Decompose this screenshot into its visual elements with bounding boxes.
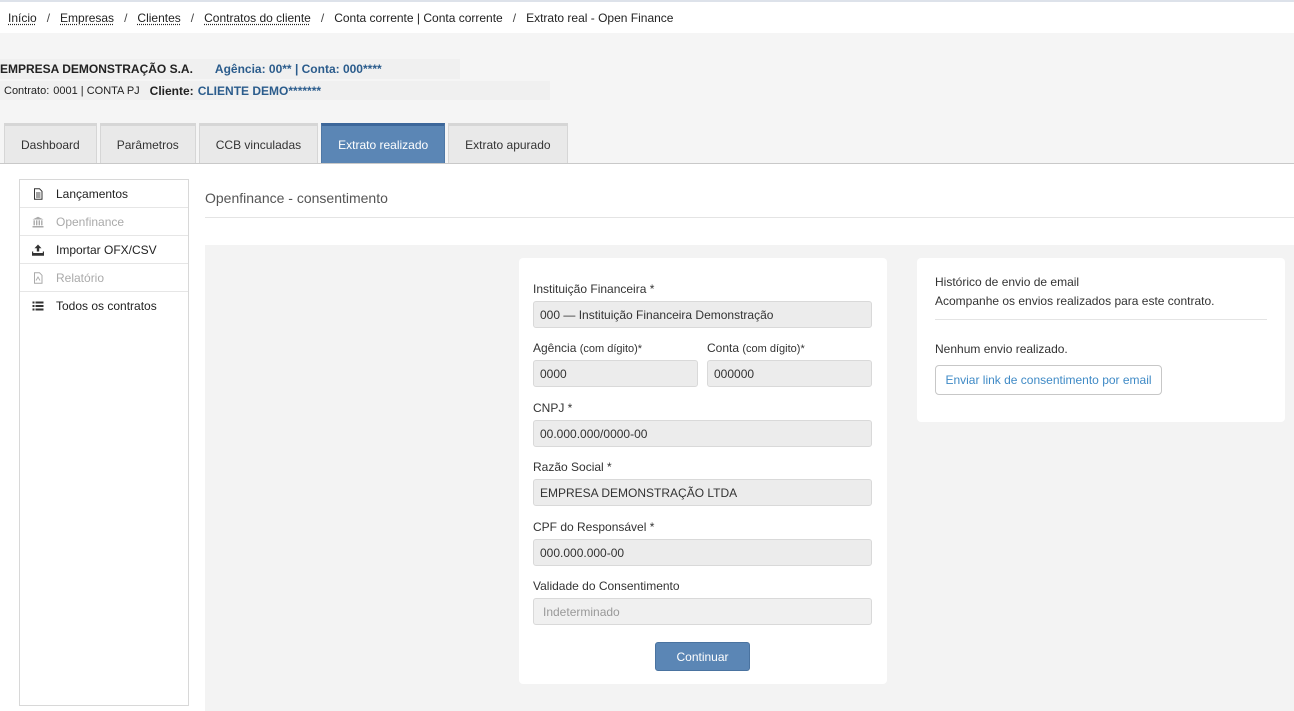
pdf-icon bbox=[32, 271, 44, 284]
razao-social-label: Razão Social * bbox=[533, 460, 612, 474]
history-empty-text: Nenhum envio realizado. bbox=[935, 342, 1068, 356]
sidebar-item-importar[interactable]: Importar OFX/CSV bbox=[20, 236, 188, 264]
history-subtitle: Acompanhe os envios realizados para este… bbox=[935, 294, 1215, 308]
validade-label: Validade do Consentimento bbox=[533, 579, 680, 593]
breadcrumb-separator: / bbox=[46, 10, 51, 25]
instituicao-label: Instituição Financeira * bbox=[533, 282, 655, 296]
agencia-field[interactable]: 0000 bbox=[533, 360, 698, 387]
document-icon bbox=[32, 187, 44, 200]
contract-value: 0001 | CONTA PJ bbox=[53, 84, 140, 97]
tab-extrato-apurado[interactable]: Extrato apurado bbox=[448, 123, 568, 163]
company-name: EMPRESA DEMONSTRAÇÃO S.A. bbox=[0, 62, 193, 76]
conta-field[interactable]: 000000 bbox=[707, 360, 872, 387]
client-value: CLIENTE DEMO******* bbox=[197, 83, 322, 98]
tab-ccb-vinculadas[interactable]: CCB vinculadas bbox=[198, 123, 319, 163]
breadcrumb-conta-corrente: Conta corrente | Conta corrente bbox=[334, 10, 503, 25]
instituicao-field[interactable]: 000 — Instituição Financeira Demonstraçã… bbox=[533, 301, 872, 328]
breadcrumb-current-page: Extrato real - Open Finance bbox=[526, 10, 674, 25]
breadcrumb-separator: / bbox=[512, 10, 517, 25]
breadcrumb: Início / Empresas / Clientes / Contratos… bbox=[0, 2, 1294, 33]
company-header: EMPRESA DEMONSTRAÇÃO S.A. Agência: 00** … bbox=[0, 59, 460, 79]
tab-bar: Dashboard Parâmetros CCB vinculadas Extr… bbox=[4, 123, 571, 163]
razao-social-field[interactable]: EMPRESA DEMONSTRAÇÃO LTDA bbox=[533, 479, 872, 506]
validade-field[interactable]: Indeterminado bbox=[533, 598, 872, 625]
send-consent-email-button[interactable]: Enviar link de consentimento por email bbox=[935, 365, 1162, 395]
sidebar-item-label: Relatório bbox=[56, 270, 105, 285]
main-content: Lançamentos Openfinance Importar OFX/CSV… bbox=[0, 164, 1294, 711]
sidebar-item-label: Todos os contratos bbox=[56, 299, 157, 313]
tab-extrato-realizado[interactable]: Extrato realizado bbox=[321, 123, 446, 163]
sidebar: Lançamentos Openfinance Importar OFX/CSV… bbox=[19, 179, 189, 706]
list-icon bbox=[32, 300, 44, 312]
agencia-label: Agência (com dígito)* bbox=[533, 341, 643, 355]
sidebar-item-label: Importar OFX/CSV bbox=[56, 242, 157, 257]
consent-area: Instituição Financeira * 000 — Instituiç… bbox=[205, 245, 1294, 711]
breadcrumb-contratos-cliente[interactable]: Contratos do cliente bbox=[204, 11, 311, 25]
conta-label: Conta (com dígito)* bbox=[707, 341, 805, 355]
tab-parametros[interactable]: Parâmetros bbox=[99, 123, 196, 163]
breadcrumb-separator: / bbox=[124, 10, 128, 25]
continue-button[interactable]: Continuar bbox=[655, 642, 750, 671]
cnpj-label: CNPJ * bbox=[533, 401, 573, 415]
contract-label: Contrato: bbox=[4, 84, 50, 97]
breadcrumb-inicio[interactable]: Início bbox=[8, 11, 37, 25]
upload-icon bbox=[31, 244, 45, 256]
sidebar-item-openfinance[interactable]: Openfinance bbox=[20, 208, 188, 236]
breadcrumb-separator: / bbox=[190, 10, 195, 25]
breadcrumb-clientes[interactable]: Clientes bbox=[137, 11, 180, 25]
history-title: Histórico de envio de email bbox=[935, 275, 1080, 289]
breadcrumb-separator: / bbox=[320, 10, 325, 25]
email-history-card: Histórico de envio de email Acompanhe os… bbox=[917, 258, 1285, 422]
sidebar-item-label: Openfinance bbox=[56, 214, 125, 229]
sidebar-item-lancamentos[interactable]: Lançamentos bbox=[20, 180, 188, 208]
cpf-label: CPF do Responsável * bbox=[533, 520, 655, 534]
tab-dashboard[interactable]: Dashboard bbox=[4, 123, 97, 163]
cpf-field[interactable]: 000.000.000-00 bbox=[533, 539, 872, 566]
section-divider bbox=[205, 217, 1294, 218]
sidebar-item-relatorio[interactable]: Relatório bbox=[20, 264, 188, 292]
section-title: Openfinance - consentimento bbox=[205, 190, 388, 206]
bank-icon bbox=[32, 216, 44, 228]
consent-form-card: Instituição Financeira * 000 — Instituiç… bbox=[519, 258, 887, 684]
history-divider bbox=[935, 319, 1267, 320]
breadcrumb-empresas[interactable]: Empresas bbox=[60, 11, 114, 25]
cnpj-field[interactable]: 00.000.000/0000-00 bbox=[533, 420, 872, 447]
sidebar-item-label: Lançamentos bbox=[56, 186, 129, 201]
contract-header: Contrato: 0001 | CONTA PJ Cliente: CLIEN… bbox=[0, 81, 550, 100]
account-info: Agência: 00** | Conta: 000**** bbox=[214, 62, 382, 76]
sidebar-item-todos-contratos[interactable]: Todos os contratos bbox=[20, 292, 188, 320]
client-label: Cliente: bbox=[149, 83, 194, 98]
